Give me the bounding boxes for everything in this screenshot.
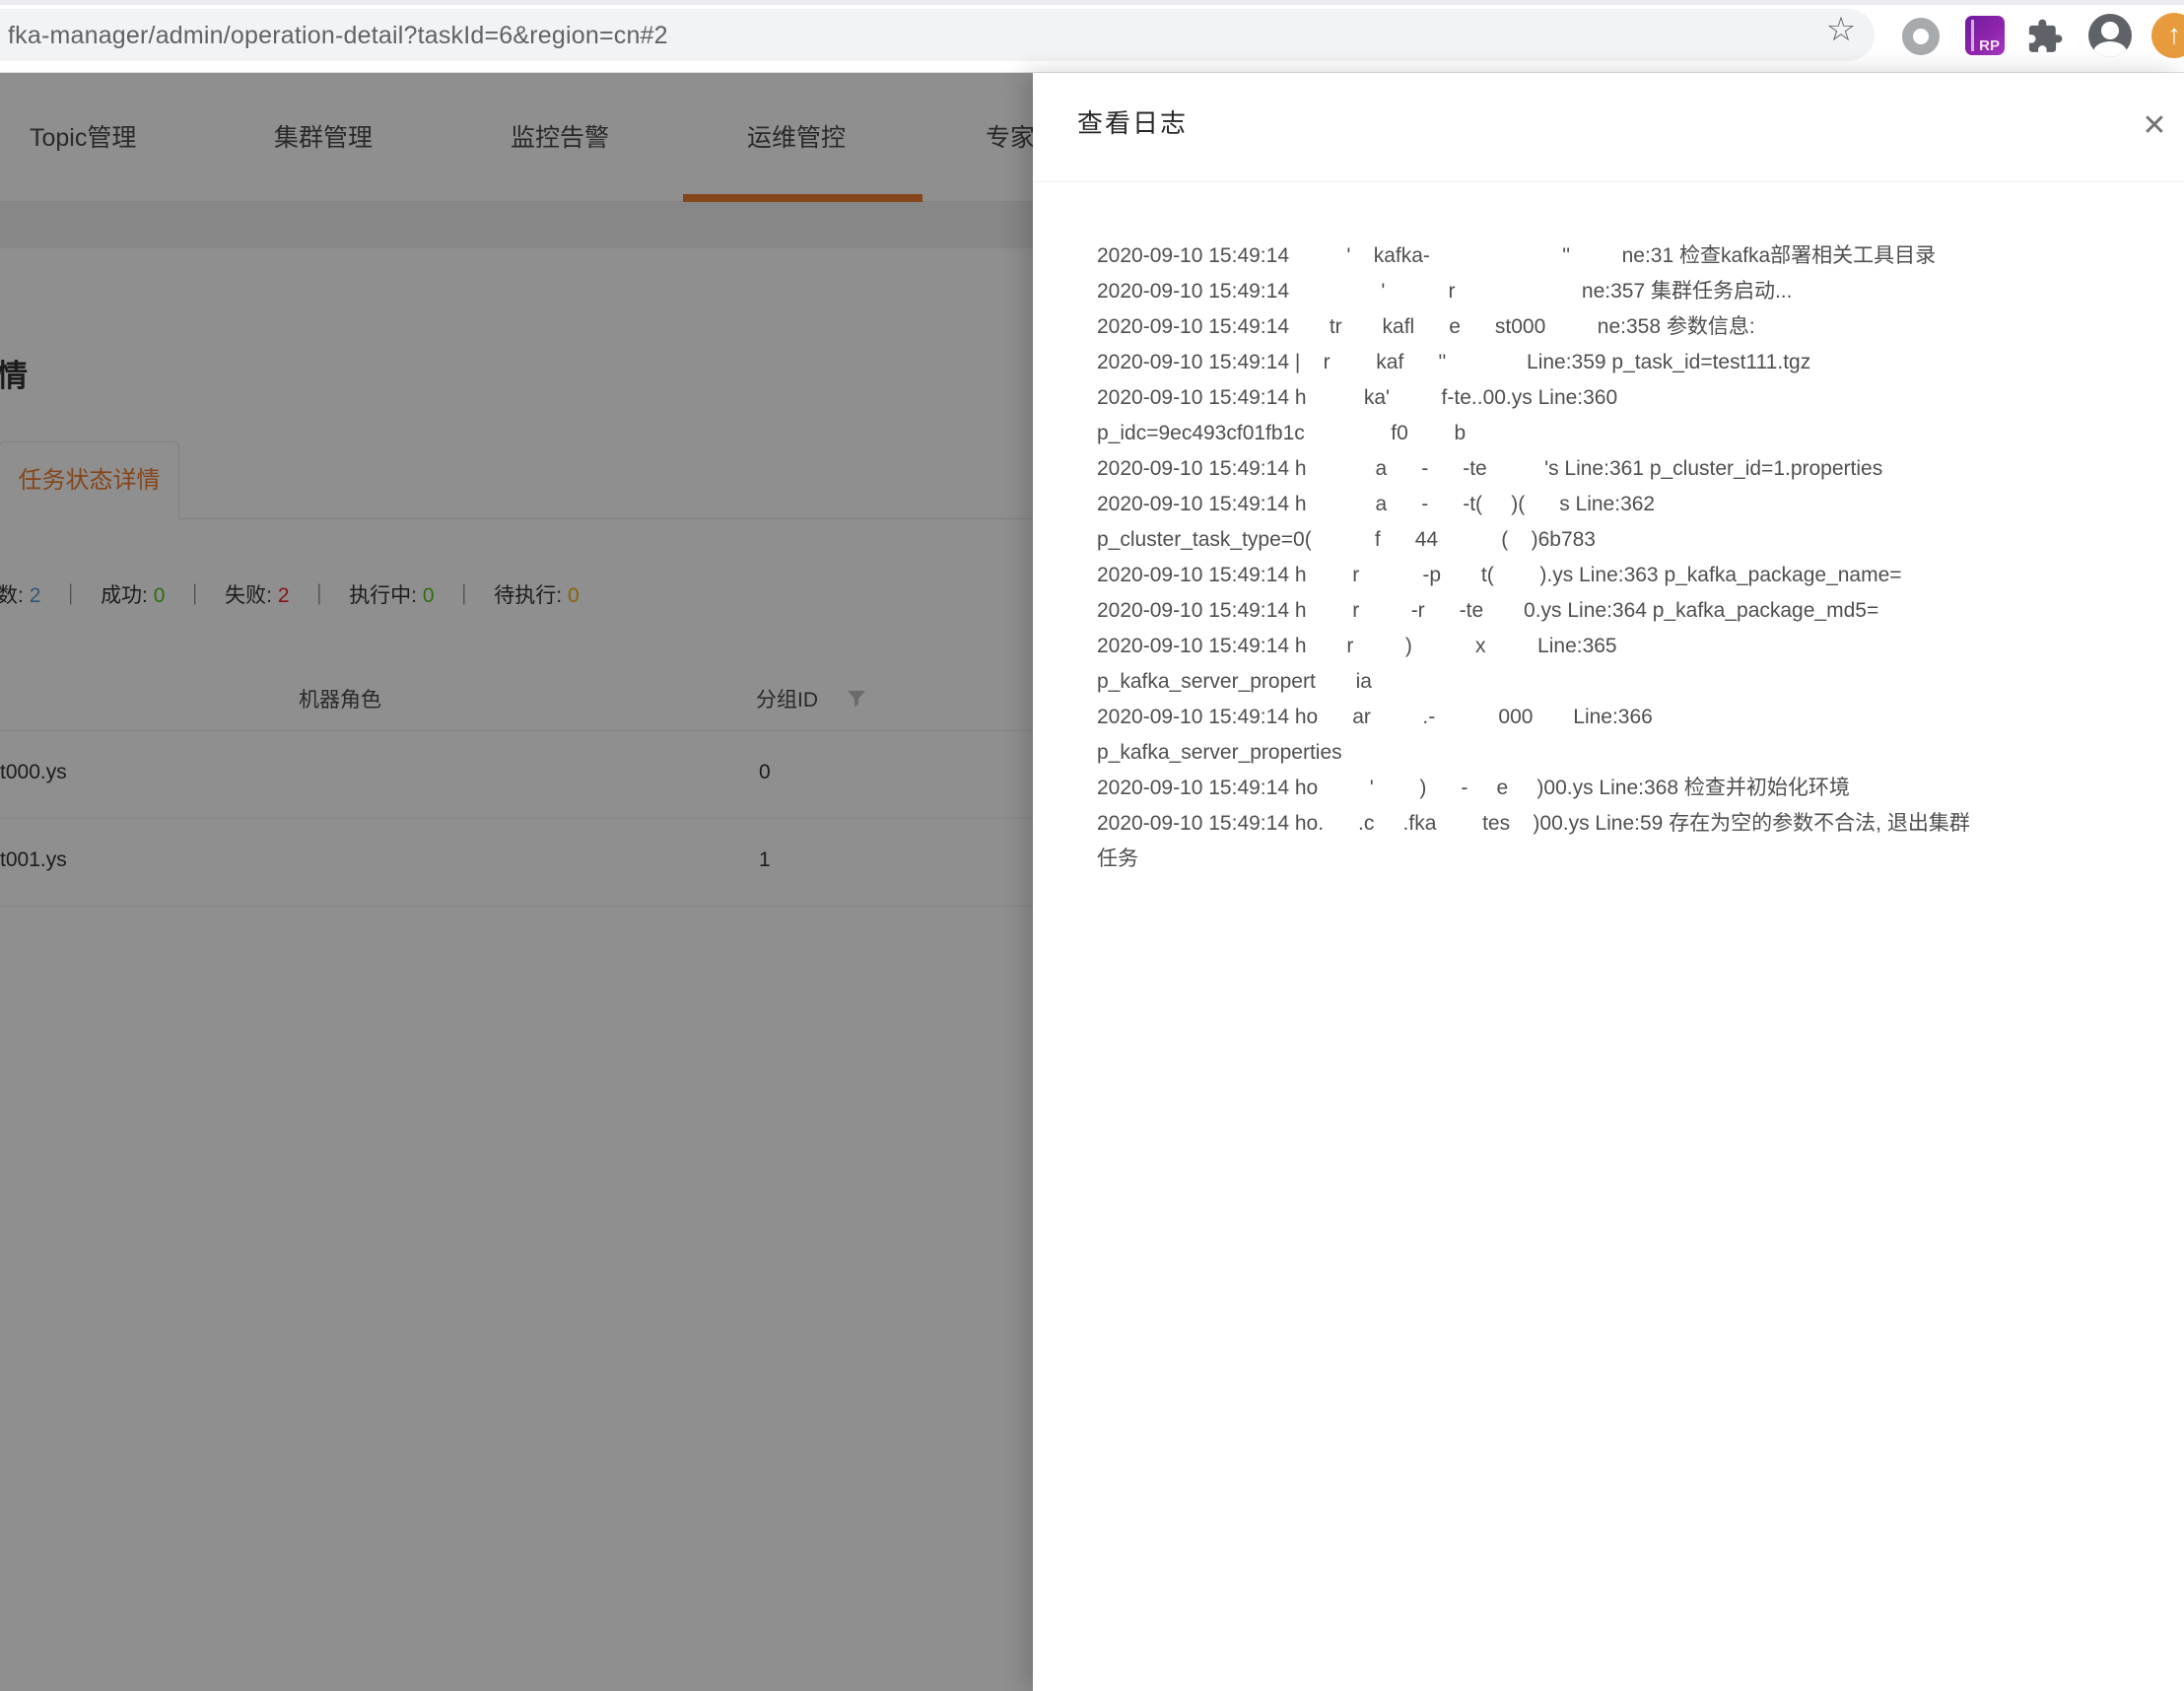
tab-strip [0,0,2184,5]
log-content: 2020-09-10 15:49:14 ' kafka- '' ne:31 检查… [1097,238,2161,877]
bookmark-star-icon[interactable]: ☆ [1819,8,1863,51]
browser-toolbar: fka-manager/admin/operation-detail?taskI… [0,0,2184,73]
log-line: 2020-09-10 15:49:14 | r kaf '' Line:359 … [1097,345,2161,380]
log-line: 2020-09-10 15:49:14 tr kafl e st000 ne:3… [1097,309,2161,345]
close-icon[interactable]: ✕ [2135,108,2174,148]
drawer-title: 查看日志 [1077,103,1188,140]
log-line: 2020-09-10 15:49:14 h a - -t( )( s Line:… [1097,487,2161,522]
log-line: 2020-09-10 15:49:14 ho ar .- 000 Line:36… [1097,700,2161,735]
log-line: 2020-09-10 15:49:14 h ka' f-te..00.ys Li… [1097,380,2161,416]
log-line: p_idc=9ec493cf01fb1c f0 b [1097,416,2161,451]
log-line: p_kafka_server_propert ia [1097,664,2161,700]
drawer-header: 查看日志 ✕ [1033,73,2184,182]
log-line: 2020-09-10 15:49:14 ho. .c .fka tes )00.… [1097,806,2161,842]
view-log-drawer: 查看日志 ✕ 2020-09-10 15:49:14 ' kafka- '' n… [1033,73,2184,1691]
log-line: 2020-09-10 15:49:14 ho ' ) - e )00.ys Li… [1097,771,2161,806]
browser-update-icon[interactable]: ↑ [2151,13,2184,58]
profile-avatar-icon[interactable] [2088,14,2132,57]
log-line: p_cluster_task_type=0( f 44 ( )6b783 [1097,522,2161,558]
log-line: 2020-09-10 15:49:14 ' kafka- '' ne:31 检查… [1097,238,2161,274]
log-line: 2020-09-10 15:49:14 h r ) x Line:365 [1097,629,2161,664]
log-line: 2020-09-10 15:49:14 ' r ne:357 集群任务启动... [1097,274,2161,309]
url-bar[interactable]: fka-manager/admin/operation-detail?taskI… [0,9,1875,61]
rp-extension-icon[interactable]: RP [1965,16,2005,55]
log-line: 2020-09-10 15:49:14 h a - -te 's Line:36… [1097,451,2161,487]
log-line: 2020-09-10 15:49:14 h r -p t( ).ys Line:… [1097,558,2161,593]
extensions-puzzle-icon[interactable] [2026,18,2064,55]
log-line: p_kafka_server_properties [1097,735,2161,771]
extension-circle-icon[interactable] [1902,18,1940,55]
url-text[interactable]: fka-manager/admin/operation-detail?taskI… [8,22,668,50]
log-line: 2020-09-10 15:49:14 h r -r -te 0.ys Line… [1097,593,2161,629]
log-line: 任务 [1097,842,2161,877]
